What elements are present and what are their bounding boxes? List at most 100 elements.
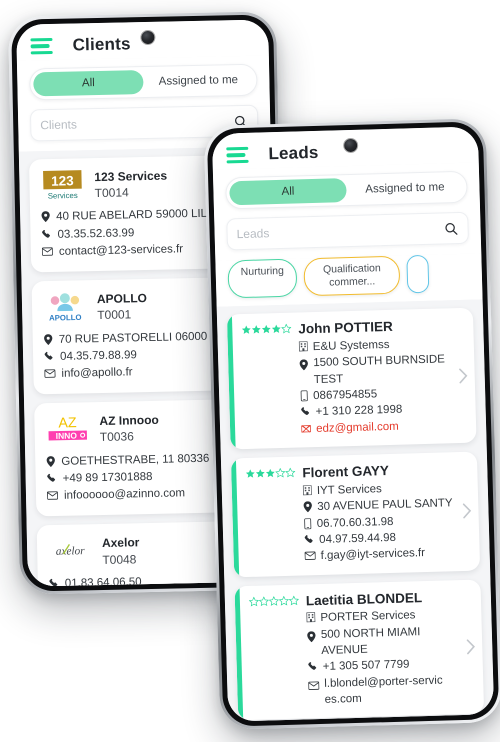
phone-icon: [47, 473, 56, 482]
envelope-icon: [46, 491, 59, 500]
rating-stars: [245, 466, 296, 479]
location-pin-icon: [41, 211, 50, 223]
client-name: 123 Services: [94, 168, 168, 185]
star-empty-icon: [281, 323, 292, 334]
logo-123-services: 123 Services: [40, 168, 85, 201]
lead-address: 500 NORTH MIAMI AVENUE: [320, 626, 421, 658]
mobile-phone-icon: [304, 517, 312, 529]
chevron-right-icon[interactable]: [462, 503, 472, 519]
star-empty-icon: [275, 468, 286, 478]
client-email: contact@123-services.fr: [58, 243, 184, 258]
envelope-icon: [41, 247, 53, 256]
lead-email: l.blondel@porter-services.com: [324, 674, 443, 707]
chevron-right-icon[interactable]: [458, 367, 468, 384]
client-name: Axelor: [101, 535, 140, 551]
client-email: info@apollo.fr: [61, 366, 133, 380]
phone-icon: [304, 535, 313, 543]
phone-bezel-leads: Leads All Assigned to me Leads Nurturing…: [206, 121, 500, 727]
front-camera-icon: [344, 138, 358, 153]
front-camera-icon: [141, 30, 155, 45]
lead-email-row: f.gay@iyt-services.fr: [304, 544, 475, 565]
client-email: infoooooo@azinno.com: [63, 487, 186, 502]
location-pin-icon: [46, 455, 55, 467]
lead-address-row: 1500 SOUTH BURNSIDE TEST: [299, 351, 471, 388]
star-empty-icon: [248, 596, 260, 607]
tab-assigned-to-me[interactable]: Assigned to me: [143, 68, 253, 94]
star-filled-icon: [245, 469, 255, 478]
client-name: APOLLO: [96, 291, 148, 307]
building-icon: [298, 341, 308, 352]
phone-icon: [301, 407, 310, 416]
building-icon: [302, 485, 312, 496]
star-filled-icon: [261, 325, 271, 334]
star-filled-icon: [251, 325, 261, 334]
lead-name: Laetitia BLONDEL: [305, 589, 423, 608]
page-title: Clients: [72, 34, 131, 55]
tab-all[interactable]: All: [33, 70, 144, 97]
status-filter-chips[interactable]: Nurturing Qualification commer...: [215, 253, 483, 308]
lead-email-row: edz@gmail.com: [301, 416, 472, 437]
tab-assigned-to-me[interactable]: Assigned to me: [346, 175, 464, 202]
rating-stars: [248, 593, 300, 607]
envelope-icon: [308, 681, 320, 690]
lead-address: 1500 SOUTH BURNSIDE TEST: [313, 353, 446, 386]
lead-company: IYT Services: [316, 483, 382, 498]
svg-text:APOLLO: APOLLO: [49, 313, 82, 323]
star-empty-icon: [258, 596, 270, 606]
lead-name: John POTTIER: [298, 319, 394, 337]
search-input-leads[interactable]: Leads: [226, 211, 470, 251]
client-code: T0001: [97, 307, 132, 323]
chip-nurturing[interactable]: Nurturing: [227, 258, 298, 299]
phone-icon: [42, 229, 51, 238]
location-pin-icon: [44, 333, 53, 345]
mobile-phone-icon: [300, 390, 308, 402]
phone-icon: [44, 351, 53, 360]
chevron-right-icon[interactable]: [466, 639, 475, 655]
location-pin-icon: [299, 359, 308, 371]
search-placeholder: Clients: [40, 117, 78, 133]
star-filled-icon: [265, 468, 275, 478]
star-empty-icon: [268, 595, 280, 606]
envelope-icon: [44, 369, 56, 378]
search-icon[interactable]: [443, 220, 458, 235]
svg-text:Services: Services: [48, 191, 78, 201]
lead-card[interactable]: Laetitia BLONDEL PORTER Services 500 NOR…: [234, 579, 485, 721]
chip-next-partial[interactable]: [406, 254, 430, 294]
star-filled-icon: [241, 325, 251, 335]
app-header-leads: Leads: [211, 126, 479, 170]
screen-leads: Leads All Assigned to me Leads Nurturing…: [211, 126, 495, 722]
location-pin-icon: [303, 501, 312, 513]
star-filled-icon: [271, 324, 281, 334]
leads-list[interactable]: John POTTIER E&U Systemss 1500 SOUTH BUR…: [216, 299, 495, 722]
email-blocked-icon: [301, 424, 311, 433]
client-code: T0014: [94, 185, 129, 201]
star-empty-icon: [288, 595, 300, 605]
phone-icon: [308, 662, 317, 671]
svg-text:123: 123: [51, 173, 74, 188]
lead-email: edz@gmail.com: [315, 420, 399, 435]
client-code: T0036: [99, 429, 134, 445]
toolbar-leads: All Assigned to me Leads: [212, 162, 482, 261]
chip-qualification-commerciale[interactable]: Qualification commer...: [303, 255, 401, 297]
star-empty-icon: [285, 467, 296, 478]
rating-stars: [241, 322, 292, 335]
client-phone: 04.35.79.88.99: [59, 348, 137, 363]
client-code: T0048: [102, 551, 137, 567]
lead-card[interactable]: John POTTIER E&U Systemss 1500 SOUTH BUR…: [226, 307, 477, 450]
tab-all[interactable]: All: [229, 178, 347, 206]
lead-card[interactable]: Florent GAYY IYT Services 30 AVENUE PAUL…: [230, 451, 481, 577]
segmented-control-clients: All Assigned to me: [29, 63, 258, 101]
search-placeholder: Leads: [236, 226, 270, 242]
client-phone: 03.35.52.63.99: [57, 226, 135, 241]
lead-mobile: 0867954855: [313, 388, 378, 403]
svg-text:axelor: axelor: [56, 546, 86, 559]
client-address: 40 RUE ABELARD 59000 LILLE: [56, 207, 222, 224]
hamburger-icon[interactable]: [30, 37, 53, 55]
lead-email: f.gay@iyt-services.fr: [320, 547, 426, 563]
segmented-control-leads: All Assigned to me: [225, 170, 468, 210]
client-phone: 01.83.64.06.50: [64, 575, 142, 587]
envelope-icon: [304, 551, 316, 561]
phone-device-leads: Leads All Assigned to me Leads Nurturing…: [203, 118, 500, 730]
hamburger-icon[interactable]: [226, 146, 249, 164]
logo-axelor: axelor: [48, 535, 93, 568]
